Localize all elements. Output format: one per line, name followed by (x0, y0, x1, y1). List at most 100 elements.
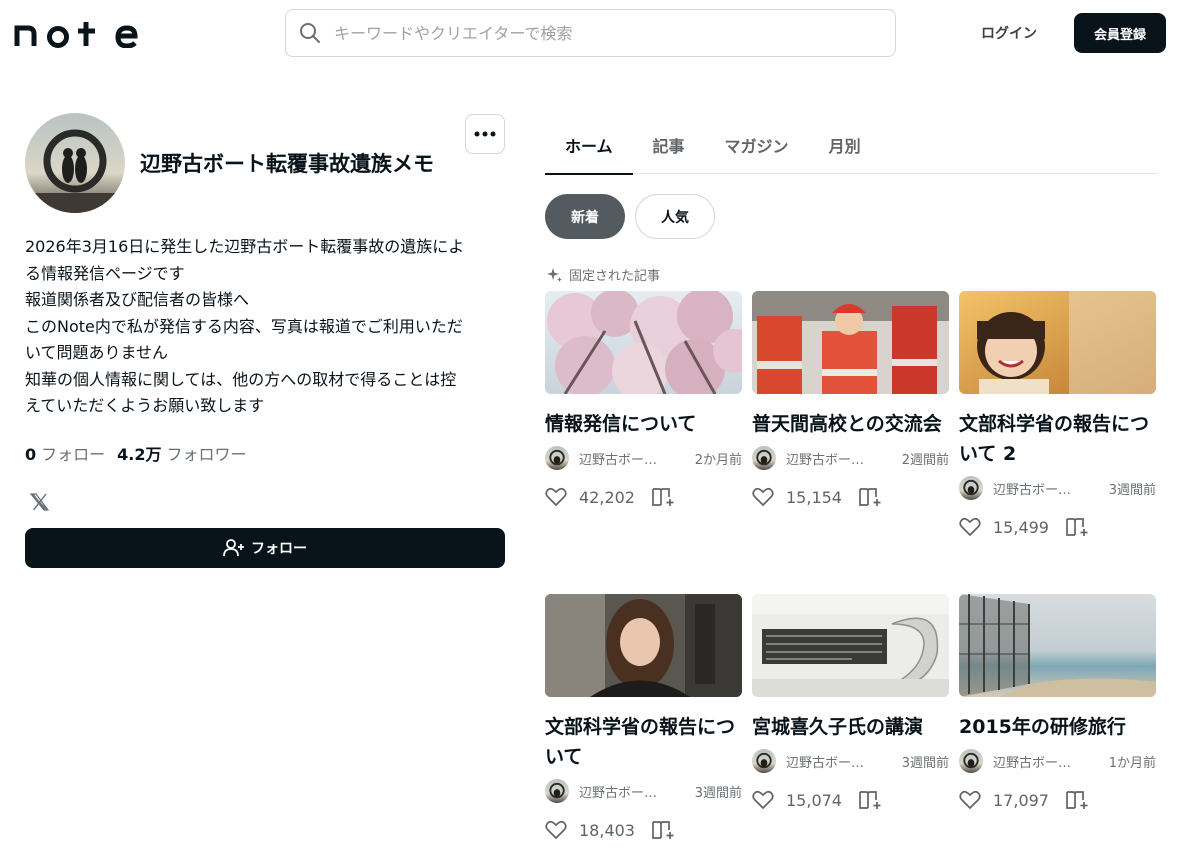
search-box[interactable] (285, 9, 896, 57)
bio-line: 知華の個人情報に関しては、他の方への取材で得ることは控 (25, 369, 457, 389)
article-meta: 辺野古ボー… 1か月前 (959, 748, 1156, 774)
more-options-button[interactable] (465, 114, 505, 154)
add-to-magazine-icon[interactable] (1065, 790, 1089, 810)
article-actions: 15,499 (959, 517, 1156, 537)
article-meta: 辺野古ボー… 2か月前 (545, 445, 742, 471)
article-actions: 18,403 (545, 820, 742, 840)
author-name[interactable]: 辺野古ボー… (786, 449, 884, 468)
add-to-magazine-icon[interactable] (858, 790, 882, 810)
bio-line: えていただくようお願い致します (25, 396, 265, 415)
article-card[interactable]: 2015年の研修旅行 辺野古ボー… 1か月前 17,097 (959, 594, 1156, 810)
article-thumbnail[interactable] (959, 594, 1156, 697)
article-actions: 15,154 (752, 487, 949, 507)
bio-line: 2026年3月16日に発生した辺野古ボート転覆事故の遺族によ (25, 237, 465, 256)
sort-popular-button[interactable]: 人気 (635, 194, 715, 239)
like-count: 15,499 (993, 517, 1049, 537)
x-twitter-icon[interactable] (30, 492, 50, 512)
author-name[interactable]: 辺野古ボー… (993, 479, 1091, 498)
article-date: 2週間前 (901, 452, 949, 468)
profile-tabs: ホーム 記事 マガジン 月別 (545, 124, 1157, 175)
sort-new-button[interactable]: 新着 (545, 194, 625, 239)
sort-toggle: 新着 人気 (545, 194, 715, 239)
article-title[interactable]: 2015年の研修旅行 (959, 712, 1156, 742)
like-count: 42,202 (579, 487, 635, 507)
article-thumbnail[interactable] (752, 291, 949, 394)
article-date: 3週間前 (694, 785, 742, 801)
beach-fence-photo (959, 594, 1156, 697)
article-title[interactable]: 文部科学省の報告について 2 (959, 409, 1156, 469)
author-name[interactable]: 辺野古ボー… (579, 449, 677, 468)
girl-photo (959, 291, 1156, 394)
following-label[interactable]: フォロー (41, 441, 105, 465)
followers-count[interactable]: 4.2万 (117, 441, 161, 465)
creator-name[interactable]: 辺野古ボート転覆事故遺族メモ (140, 148, 434, 178)
article-thumbnail[interactable] (545, 291, 742, 394)
author-avatar[interactable] (959, 476, 983, 500)
article-date: 3週間前 (901, 755, 949, 771)
author-avatar[interactable] (545, 779, 569, 803)
article-card[interactable]: 文部科学省の報告について 2 辺野古ボー… 3週間前 15,499 (959, 291, 1156, 537)
author-avatar-image (752, 749, 776, 773)
follow-stats: 0 フォロー 4.2万 フォロワー (25, 441, 259, 465)
heart-icon[interactable] (959, 517, 981, 537)
author-name[interactable]: 辺野古ボー… (993, 752, 1091, 771)
article-thumbnail[interactable] (959, 291, 1156, 394)
search-input[interactable] (334, 23, 874, 43)
signup-button[interactable]: 会員登録 (1074, 13, 1166, 53)
article-title[interactable]: 文部科学省の報告について (545, 712, 742, 772)
heart-icon[interactable] (545, 820, 567, 840)
heart-icon[interactable] (959, 790, 981, 810)
article-card[interactable]: 普天間高校との交流会 辺野古ボー… 2週間前 15,154 (752, 291, 949, 507)
author-avatar[interactable] (959, 749, 983, 773)
bio-line: 報道関係者及び配信者の皆様へ (25, 290, 250, 309)
selfie-photo (545, 594, 742, 697)
note-logo[interactable] (14, 18, 138, 48)
bio-line: いて問題ありません (25, 343, 169, 362)
author-avatar[interactable] (545, 446, 569, 470)
note-logo-mark (14, 22, 138, 48)
follow-button[interactable]: フォロー (25, 528, 505, 568)
like-count: 15,074 (786, 790, 842, 810)
author-avatar[interactable] (752, 749, 776, 773)
pinned-label-text: 固定された記事 (569, 269, 661, 284)
author-avatar-image (959, 476, 983, 500)
add-to-magazine-icon[interactable] (1065, 517, 1089, 537)
author-avatar-image (959, 749, 983, 773)
author-name[interactable]: 辺野古ボー… (579, 782, 677, 801)
add-to-magazine-icon[interactable] (651, 820, 675, 840)
tab-monthly[interactable]: 月別 (809, 124, 881, 174)
article-card[interactable]: 宮城喜久子氏の講演 辺野古ボー… 3週間前 15,074 (752, 594, 949, 810)
article-thumbnail[interactable] (752, 594, 949, 697)
more-dots-icon (474, 131, 496, 137)
like-count: 15,154 (786, 487, 842, 507)
login-button[interactable]: ログイン (964, 13, 1054, 53)
article-thumbnail[interactable] (545, 594, 742, 697)
heart-icon[interactable] (545, 487, 567, 507)
article-date: 2か月前 (694, 452, 742, 468)
heart-icon[interactable] (752, 487, 774, 507)
author-name[interactable]: 辺野古ボー… (786, 752, 884, 771)
heart-icon[interactable] (752, 790, 774, 810)
bio-line: る情報発信ページです (25, 263, 185, 283)
article-date: 1か月前 (1108, 755, 1156, 771)
following-count[interactable]: 0 (25, 445, 36, 464)
monument-photo (752, 594, 949, 697)
tab-magazines[interactable]: マガジン (705, 124, 809, 174)
search-icon (300, 23, 320, 43)
add-to-magazine-icon[interactable] (858, 487, 882, 507)
author-avatar[interactable] (752, 446, 776, 470)
tab-home[interactable]: ホーム (545, 124, 633, 175)
sakura-photo (545, 291, 742, 394)
article-title[interactable]: 情報発信について (545, 409, 742, 439)
article-actions: 42,202 (545, 487, 742, 507)
article-card[interactable]: 文部科学省の報告について 辺野古ボー… 3週間前 18,403 (545, 594, 742, 840)
tab-articles[interactable]: 記事 (633, 124, 705, 174)
article-card[interactable]: 情報発信について 辺野古ボー… 2か月前 42,202 (545, 291, 742, 507)
creator-avatar[interactable] (25, 113, 125, 213)
article-title[interactable]: 宮城喜久子氏の講演 (752, 712, 949, 742)
article-title[interactable]: 普天間高校との交流会 (752, 409, 949, 439)
add-to-magazine-icon[interactable] (651, 487, 675, 507)
add-user-icon (223, 539, 244, 557)
followers-label[interactable]: フォロワー (167, 441, 247, 465)
author-avatar-image (545, 779, 569, 803)
